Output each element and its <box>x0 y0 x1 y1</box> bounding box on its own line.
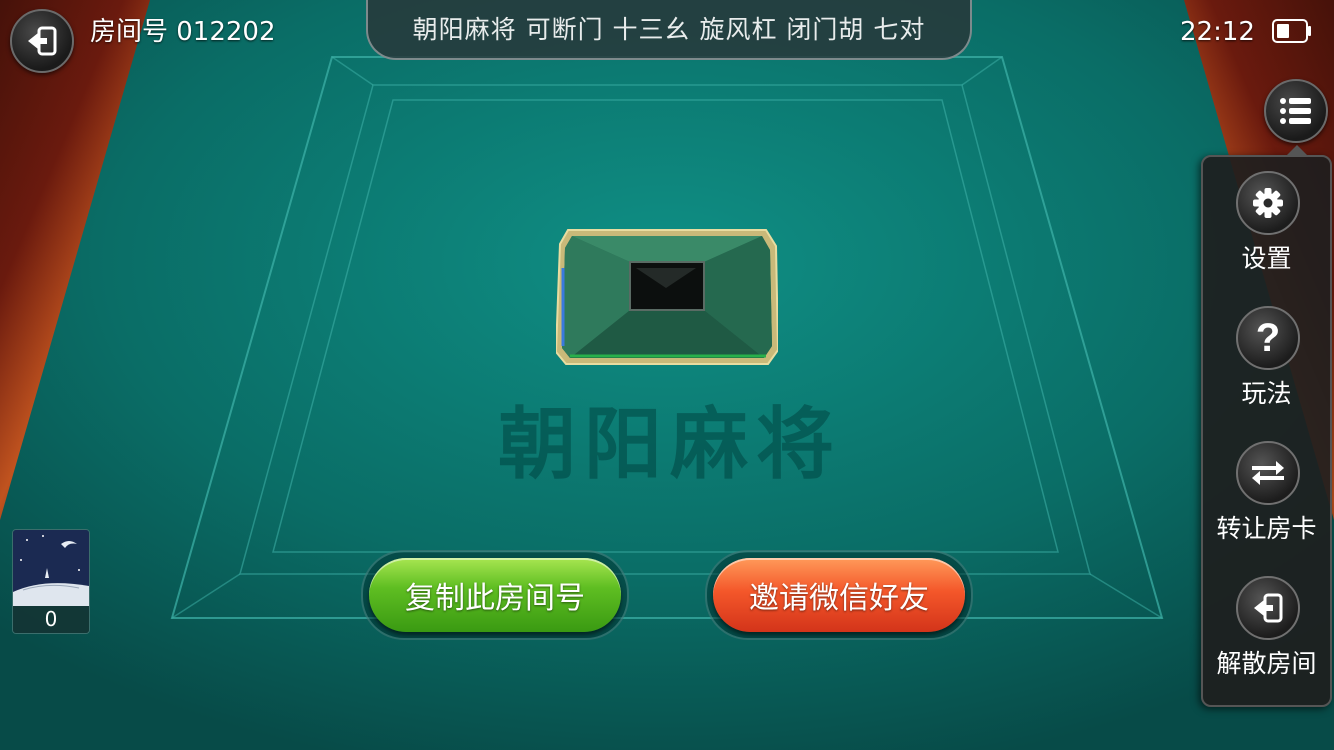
invite-button-frame: 邀请微信好友 <box>705 550 973 640</box>
table-felt-lines <box>0 0 1334 750</box>
player-seat[interactable]: 0 <box>12 529 90 634</box>
copy-room-button-frame: 复制此房间号 <box>361 550 629 640</box>
menu-toggle-button[interactable] <box>1264 79 1328 143</box>
menu-item-label: 转让房卡 <box>1216 514 1317 543</box>
menu-item-transfer-card[interactable]: 转让房卡 <box>1203 427 1330 552</box>
back-button[interactable] <box>10 9 74 73</box>
player-score: 0 <box>13 606 89 633</box>
game-rules-text: 朝阳麻将 可断门 十三幺 旋风杠 闭门胡 七对 <box>412 15 926 44</box>
copy-room-number-button[interactable]: 复制此房间号 <box>369 558 621 632</box>
battery-icon <box>1272 19 1311 43</box>
gear-icon <box>1236 171 1300 235</box>
menu-list-icon <box>1280 98 1311 124</box>
menu-item-label: 解散房间 <box>1216 649 1317 678</box>
back-arrow-icon <box>28 26 57 56</box>
avatar <box>13 530 89 606</box>
invite-wechat-friends-button[interactable]: 邀请微信好友 <box>713 558 965 632</box>
side-menu-caret <box>1285 145 1309 157</box>
menu-item-label: 玩法 <box>1241 379 1292 408</box>
room-number: 房间号 012202 <box>90 17 276 47</box>
exit-icon <box>1236 576 1300 640</box>
menu-item-label: 设置 <box>1241 244 1292 273</box>
menu-item-rules[interactable]: ? 玩法 <box>1203 292 1330 417</box>
menu-item-dismiss-room[interactable]: 解散房间 <box>1203 562 1330 687</box>
game-rules-bar: 朝阳麻将 可断门 十三幺 旋风杠 闭门胡 七对 <box>366 0 972 60</box>
table-watermark: 朝阳麻将 <box>497 399 842 490</box>
game-table-screen: 朝阳麻将 房间号 012202 朝阳麻将 可断门 十三幺 旋风杠 闭门胡 七对 … <box>0 0 1334 750</box>
center-compass-tile <box>556 229 778 365</box>
clock: 22:12 <box>1180 17 1255 47</box>
question-icon: ? <box>1236 306 1300 370</box>
transfer-icon <box>1236 441 1300 505</box>
side-menu: 设置 ? 玩法 转让房卡 解散房间 <box>1201 145 1332 707</box>
menu-item-settings[interactable]: 设置 <box>1203 157 1330 282</box>
